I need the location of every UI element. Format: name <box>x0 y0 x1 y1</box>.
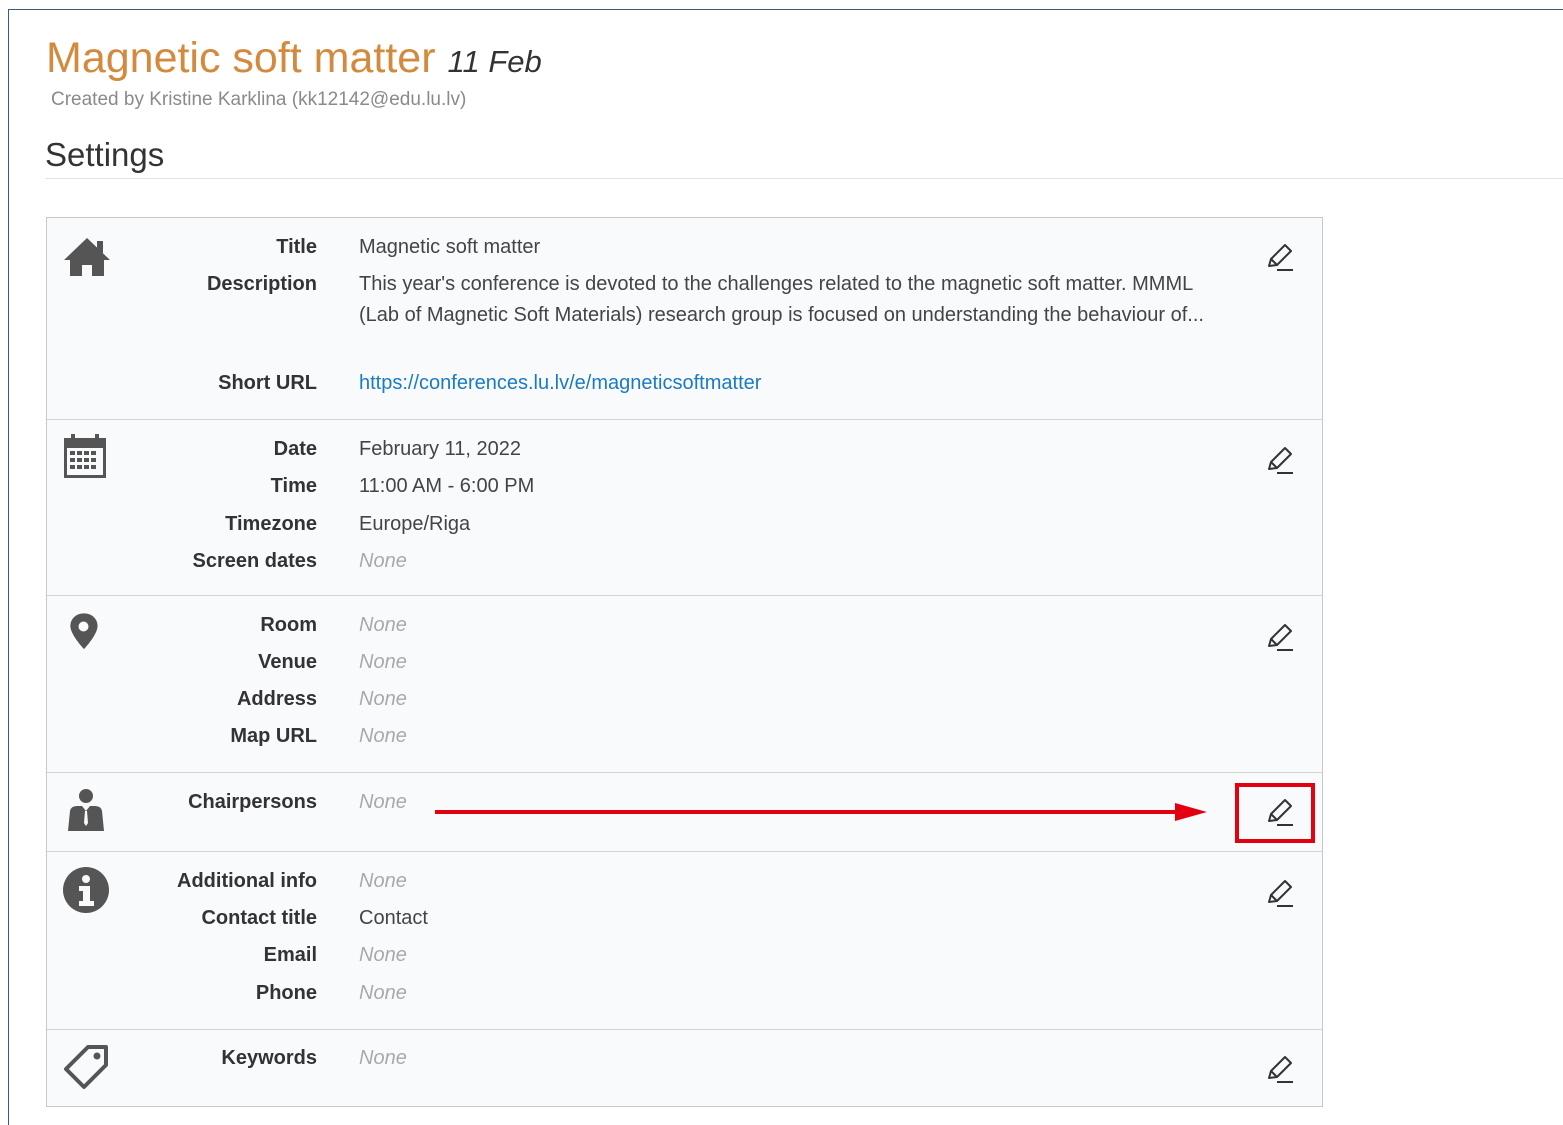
short-url-label: Short URL <box>218 372 317 394</box>
short-url-link[interactable]: https://conferences.lu.lv/e/magneticsoft… <box>359 368 1229 399</box>
additional-info-value: None <box>359 870 407 892</box>
event-title: Magnetic soft matter 11 Feb <box>46 34 542 83</box>
time-value: 11:00 AM - 6:00 PM <box>359 475 535 497</box>
pencil-icon <box>1268 447 1293 474</box>
title-value: Magnetic soft matter <box>359 236 541 258</box>
created-by: Created by Kristine Karklina (kk12142@ed… <box>51 89 467 110</box>
edit-general-button[interactable] <box>1263 240 1297 274</box>
title-label: Title <box>276 236 317 258</box>
edit-location-button[interactable] <box>1263 620 1297 654</box>
description-value: This year's conference is devoted to the… <box>359 273 1204 326</box>
screen-dates-value: None <box>359 550 407 572</box>
pencil-icon <box>1268 1056 1293 1083</box>
page-title: Settings <box>45 136 165 173</box>
map-url-value: None <box>359 725 407 747</box>
room-label: Room <box>260 614 317 636</box>
pencil-icon <box>1268 624 1293 651</box>
edit-datetime-button[interactable] <box>1263 443 1297 477</box>
section-keywords: Keywords None <box>47 1029 1322 1107</box>
section-general: Title Magnetic soft matter Description T… <box>47 218 1322 419</box>
phone-value: None <box>359 982 407 1004</box>
time-label: Time <box>270 475 317 497</box>
keywords-value: None <box>359 1047 407 1069</box>
venue-label: Venue <box>258 651 317 673</box>
window-frame-left <box>8 9 9 1125</box>
annotation-arrow <box>435 803 1207 821</box>
contact-title-value: Contact <box>359 907 428 929</box>
event-date: 11 Feb <box>447 44 542 79</box>
annotation-highlight-box <box>1235 783 1315 843</box>
email-label: Email <box>263 944 317 966</box>
venue-value: None <box>359 651 407 673</box>
date-value: February 11, 2022 <box>359 438 521 460</box>
timezone-label: Timezone <box>225 513 317 535</box>
address-value: None <box>359 688 407 710</box>
room-value: None <box>359 614 407 636</box>
contact-title-label: Contact title <box>201 907 317 929</box>
event-name: Magnetic soft matter <box>46 34 436 82</box>
email-value: None <box>359 944 407 966</box>
phone-label: Phone <box>255 982 317 1004</box>
pencil-icon <box>1268 244 1293 271</box>
section-contact: Additional info None Contact title Conta… <box>47 851 1322 1030</box>
section-datetime: Date February 11, 2022 Time 11:00 AM - 6… <box>47 419 1322 596</box>
window-frame-top <box>8 9 1563 10</box>
description-label: Description <box>206 273 317 295</box>
pencil-icon <box>1268 880 1293 907</box>
map-url-label: Map URL <box>230 725 317 747</box>
edit-contact-button[interactable] <box>1263 876 1297 910</box>
settings-panel: Title Magnetic soft matter Description T… <box>46 217 1323 1107</box>
address-label: Address <box>236 688 317 710</box>
additional-info-label: Additional info <box>177 870 317 892</box>
edit-keywords-button[interactable] <box>1263 1052 1297 1086</box>
title-divider <box>45 178 1563 179</box>
chairpersons-label: Chairpersons <box>188 791 317 813</box>
screen-dates-label: Screen dates <box>192 550 317 572</box>
keywords-label: Keywords <box>221 1047 317 1069</box>
section-location: Room None Venue None Address None Map UR… <box>47 595 1322 773</box>
date-label: Date <box>273 438 317 460</box>
timezone-value: Europe/Riga <box>359 513 471 535</box>
